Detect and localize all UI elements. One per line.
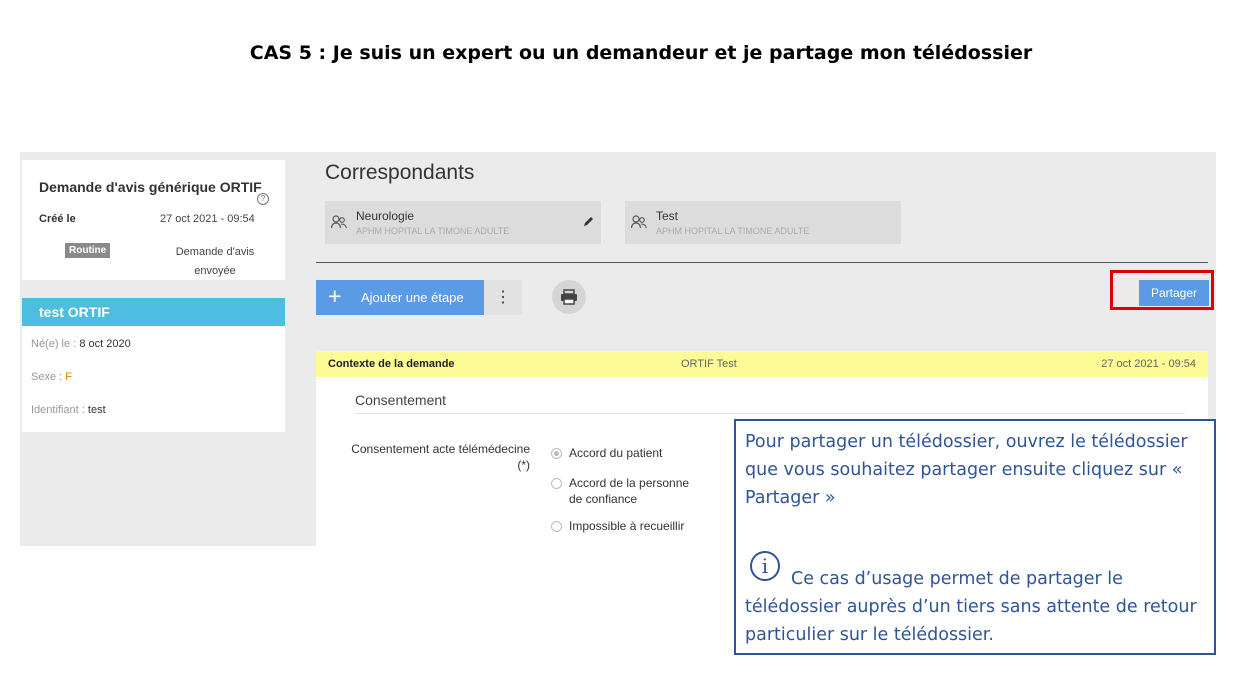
id-value: test bbox=[87, 404, 106, 416]
radio-unselected[interactable] bbox=[551, 521, 562, 532]
correspondant-name: Test bbox=[656, 209, 679, 223]
birth-label: Né(e) le : bbox=[31, 338, 77, 350]
correspondant-card-test[interactable]: Test APHM HOPITAL LA TIMONE ADULTE bbox=[625, 201, 901, 244]
consent-label-line-1: Consentement acte télémédecine bbox=[351, 442, 530, 456]
correspondant-name: Neurologie bbox=[356, 209, 415, 223]
birth-value: 8 oct 2020 bbox=[79, 338, 131, 350]
correspondant-hospital: APHM HOPITAL LA TIMONE ADULTE bbox=[356, 226, 510, 236]
help-icon[interactable]: ? bbox=[257, 193, 269, 205]
correspondant-hospital: APHM HOPITAL LA TIMONE ADULTE bbox=[656, 226, 810, 236]
context-date: 27 oct 2021 - 09:54 bbox=[1101, 358, 1196, 370]
context-bar: Contexte de la demande ORTIF Test 27 oct… bbox=[316, 351, 1208, 377]
request-card: Demande d'avis générique ORTIF ? Créé le… bbox=[22, 160, 285, 280]
print-button[interactable] bbox=[552, 280, 586, 314]
slide-title: CAS 5 : Je suis un expert ou un demandeu… bbox=[249, 42, 1033, 64]
id-row: Identifiant : test bbox=[31, 404, 106, 416]
context-subject: ORTIF Test bbox=[681, 358, 737, 370]
users-icon bbox=[630, 215, 647, 232]
radio-selected[interactable] bbox=[551, 448, 562, 459]
pencil-icon[interactable] bbox=[583, 215, 595, 230]
id-label: Identifiant : bbox=[31, 404, 85, 416]
radio-label: Impossible à recueillir bbox=[569, 519, 685, 533]
plus-icon: + bbox=[328, 283, 342, 309]
sex-value: F bbox=[65, 371, 72, 383]
add-step-button[interactable]: + Ajouter une étape bbox=[316, 280, 484, 315]
created-label: Créé le bbox=[39, 213, 76, 225]
section-divider bbox=[355, 413, 1185, 414]
callout-text-2: Ce cas d’usage permet de partager le tél… bbox=[745, 569, 1197, 645]
status-line-2: envoyée bbox=[194, 265, 236, 277]
correspondant-card-neurologie[interactable]: Neurologie APHM HOPITAL LA TIMONE ADULTE bbox=[325, 201, 601, 244]
patient-name: test ORTIF bbox=[22, 298, 285, 326]
users-icon bbox=[330, 215, 347, 232]
created-value: 27 oct 2021 - 09:54 bbox=[160, 213, 255, 225]
sex-label: Sexe : bbox=[31, 371, 63, 383]
add-step-label: Ajouter une étape bbox=[361, 290, 464, 305]
context-title: Contexte de la demande bbox=[328, 358, 455, 370]
callout-text-1: Pour partager un télédossier, ouvrez le … bbox=[745, 432, 1188, 508]
share-highlight-box bbox=[1110, 270, 1214, 310]
section-title: Consentement bbox=[355, 392, 447, 408]
divider bbox=[316, 262, 1208, 263]
radio-label: Accord du patient bbox=[569, 446, 663, 460]
consent-label-line-2: (*) bbox=[517, 458, 530, 472]
priority-badge: Routine bbox=[65, 243, 111, 258]
sex-row: Sexe : F bbox=[31, 371, 72, 383]
consent-field-label: Consentement acte télémédecine (*) bbox=[326, 441, 530, 473]
radio-label: Accord de la personne de confiance bbox=[569, 476, 690, 506]
patient-card: test ORTIF Né(e) le : 8 oct 2020 Sexe : … bbox=[22, 298, 285, 432]
status-line-1: Demande d'avis bbox=[175, 246, 255, 258]
request-status: Demande d'avis envoyée bbox=[170, 243, 260, 281]
radio-unselected[interactable] bbox=[551, 478, 562, 489]
main-title: Correspondants bbox=[325, 161, 475, 184]
more-options-icon[interactable]: ⋮ bbox=[484, 280, 522, 315]
birth-row: Né(e) le : 8 oct 2020 bbox=[31, 338, 131, 350]
instruction-callout: Pour partager un télédossier, ouvrez le … bbox=[734, 419, 1216, 655]
request-title: Demande d'avis générique ORTIF bbox=[39, 179, 262, 195]
printer-icon bbox=[561, 289, 577, 305]
